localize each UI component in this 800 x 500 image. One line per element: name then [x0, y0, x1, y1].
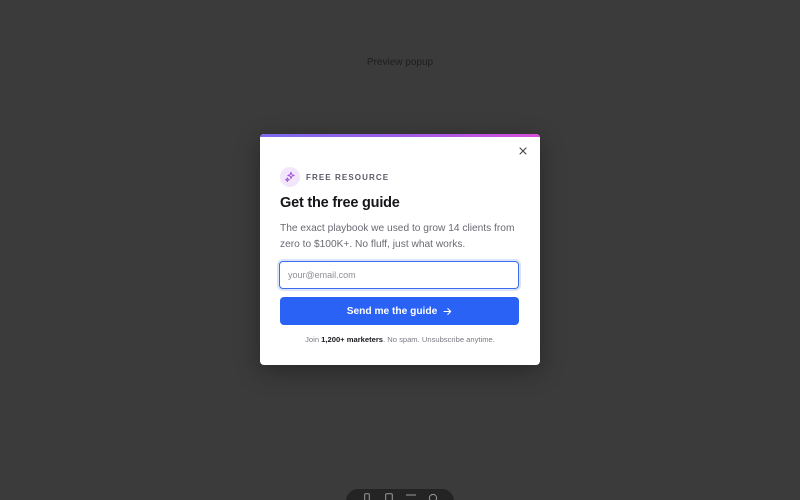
- dock-item-desktop[interactable]: [405, 493, 417, 500]
- email-field[interactable]: [279, 261, 519, 289]
- eyebrow-badge: [280, 167, 300, 187]
- popup-title: Get the free guide: [280, 195, 400, 211]
- dock-item-tablet[interactable]: [383, 493, 395, 500]
- close-button[interactable]: [516, 144, 530, 158]
- preview-stage: Preview popup FREE RESOURCE Get the free…: [0, 0, 800, 500]
- sparkles-icon: [285, 171, 295, 183]
- arrow-right-icon: [443, 307, 452, 315]
- close-icon: [519, 147, 527, 155]
- footnote-highlight: 1,200+ marketers: [321, 335, 384, 344]
- popup-accent-bar: [260, 134, 540, 137]
- settings-icon: [428, 493, 438, 500]
- preview-label: Preview popup: [366, 57, 434, 68]
- dock-item-mobile[interactable]: [361, 493, 373, 500]
- footnote-prefix: Join: [305, 335, 322, 344]
- send-guide-button[interactable]: Send me the guide: [280, 297, 519, 325]
- footnote: Join 1,200+ marketers. No spam. Unsubscr…: [260, 335, 540, 344]
- dock-item-settings[interactable]: [427, 493, 439, 500]
- signup-popup: FREE RESOURCE Get the free guide The exa…: [260, 134, 540, 365]
- desktop-icon: [406, 494, 416, 496]
- tablet-icon: [385, 493, 393, 500]
- footnote-suffix: . No spam. Unsubscribe anytime.: [383, 335, 495, 344]
- send-guide-label: Send me the guide: [346, 305, 438, 317]
- device-dock: [346, 489, 454, 500]
- eyebrow: FREE RESOURCE: [280, 167, 389, 187]
- eyebrow-label: FREE RESOURCE: [306, 172, 390, 182]
- mobile-icon: [364, 493, 370, 500]
- popup-description: The exact playbook we used to grow 14 cl…: [280, 223, 515, 250]
